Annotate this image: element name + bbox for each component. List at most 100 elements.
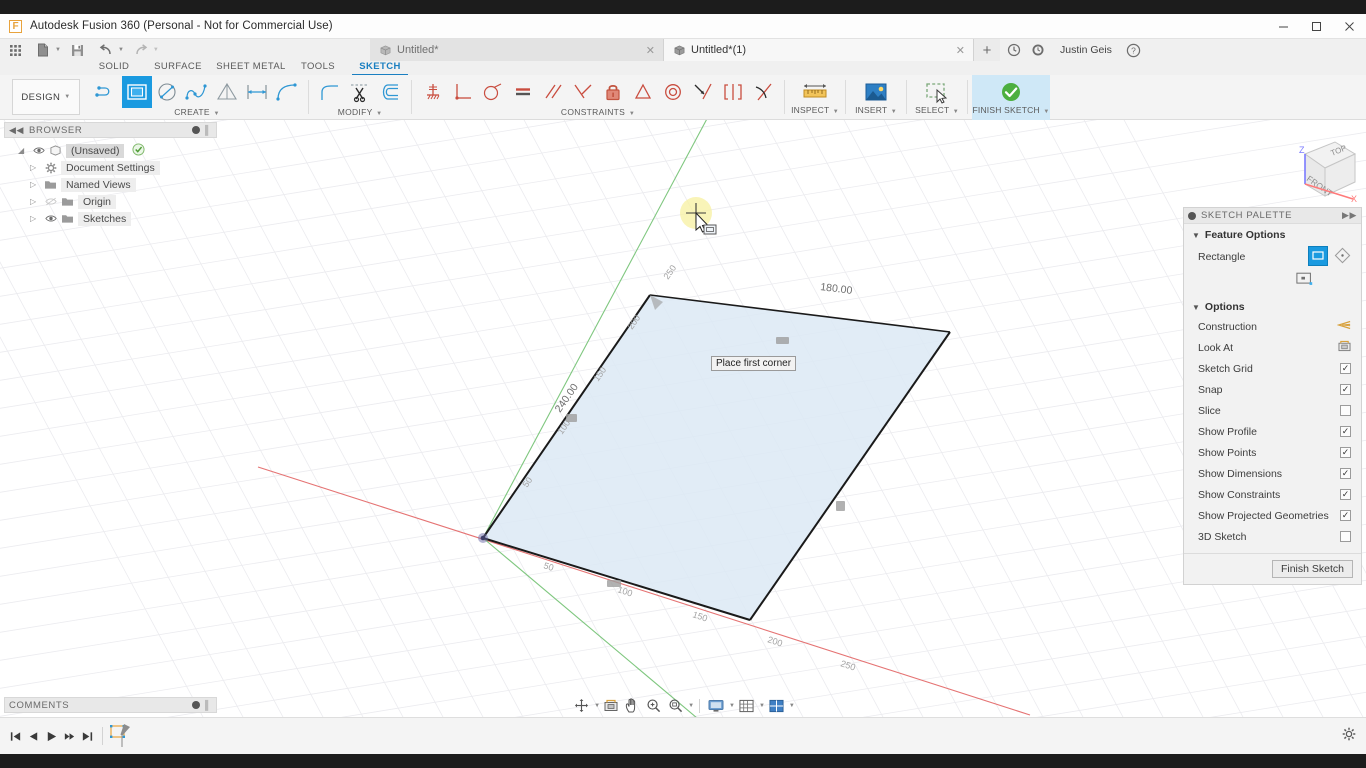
timeline-go-end[interactable] — [78, 725, 96, 747]
new-file-caret-icon[interactable]: ▼ — [55, 47, 61, 53]
show-profile-checkbox[interactable]: ✓ — [1340, 426, 1351, 437]
slice-row[interactable]: Slice — [1184, 400, 1361, 421]
minimize-button[interactable] — [1267, 14, 1300, 39]
sketch-grid-checkbox[interactable]: ✓ — [1340, 363, 1351, 374]
rectangle-tool[interactable] — [122, 76, 152, 108]
perpendicular-constraint[interactable] — [448, 76, 478, 108]
look-at-row[interactable]: Look At — [1184, 337, 1361, 358]
fix-constraint[interactable] — [418, 76, 448, 108]
timeline-step-back[interactable] — [24, 725, 42, 747]
visibility-eye-off-icon[interactable] — [44, 197, 57, 206]
close-button[interactable] — [1333, 14, 1366, 39]
orbit-caret-icon[interactable]: ▼ — [594, 703, 600, 709]
palette-options-icon[interactable] — [1188, 211, 1196, 220]
viewports-icon[interactable] — [766, 696, 787, 716]
show-profile-row[interactable]: Show Profile ✓ — [1184, 421, 1361, 442]
line-tool[interactable] — [92, 76, 122, 108]
ribbon-tab-surface[interactable]: SURFACE — [150, 61, 206, 75]
view-cube[interactable]: TOP FRONT Z X — [1275, 128, 1363, 208]
zoom-window-icon[interactable] — [665, 696, 686, 716]
expand-triangle-icon[interactable]: ▷ — [30, 214, 40, 223]
pan-icon[interactable] — [622, 696, 642, 716]
polygon-tool[interactable] — [212, 76, 242, 108]
new-file-icon[interactable] — [32, 40, 54, 60]
orbit-icon[interactable] — [571, 696, 592, 716]
palette-finish-sketch-button[interactable]: Finish Sketch — [1271, 560, 1353, 578]
constraints-group-label[interactable]: CONSTRAINTS ▼ — [561, 107, 635, 117]
create-group-label[interactable]: CREATE ▼ — [174, 107, 220, 117]
new-document-tab-button[interactable]: + — [974, 39, 1000, 61]
show-dimensions-checkbox[interactable]: ✓ — [1340, 468, 1351, 479]
grid-snaps-caret-icon[interactable]: ▼ — [759, 703, 765, 709]
undo-icon[interactable] — [95, 40, 117, 60]
browser-collapse-icon[interactable]: ◀◀ — [9, 125, 24, 136]
parallel-constraint[interactable] — [538, 76, 568, 108]
horizontal-vertical-constraint[interactable] — [568, 76, 598, 108]
ribbon-tab-sheet-metal[interactable]: SHEET METAL — [216, 61, 286, 75]
app-grid-icon[interactable] — [4, 40, 26, 60]
show-constraints-checkbox[interactable]: ✓ — [1340, 489, 1351, 500]
construction-row[interactable]: Construction — [1184, 316, 1361, 337]
redo-caret-icon[interactable]: ▼ — [153, 47, 159, 53]
finish-sketch-button[interactable]: FINISH SKETCH ▼ — [972, 75, 1050, 120]
concentric-constraint[interactable] — [658, 76, 688, 108]
tangent-constraint[interactable] — [478, 76, 508, 108]
expand-triangle-icon[interactable]: ◢ — [18, 146, 28, 155]
expand-triangle-icon[interactable]: ▷ — [30, 180, 40, 189]
document-tab-close-icon[interactable]: ✕ — [646, 44, 655, 57]
offset-tool[interactable] — [375, 76, 405, 108]
equal-constraint[interactable] — [508, 76, 538, 108]
show-points-checkbox[interactable]: ✓ — [1340, 447, 1351, 458]
sketch-grid-row[interactable]: Sketch Grid ✓ — [1184, 358, 1361, 379]
palette-collapse-icon[interactable]: ▶▶ — [1342, 210, 1357, 221]
3d-sketch-row[interactable]: 3D Sketch — [1184, 526, 1361, 547]
help-icon[interactable]: ? — [1122, 39, 1146, 61]
show-points-row[interactable]: Show Points ✓ — [1184, 442, 1361, 463]
options-section-header[interactable]: ▼ Options — [1184, 292, 1361, 316]
show-dimensions-row[interactable]: Show Dimensions ✓ — [1184, 463, 1361, 484]
browser-item-unsaved[interactable]: ◢ (Unsaved) — [4, 142, 217, 159]
browser-grip-icon[interactable]: ▌ — [205, 125, 212, 135]
look-at-icon[interactable] — [1338, 340, 1351, 355]
timeline-settings-icon[interactable] — [1342, 727, 1356, 746]
snap-row[interactable]: Snap ✓ — [1184, 379, 1361, 400]
collinear-constraint[interactable] — [688, 76, 718, 108]
select-button[interactable]: SELECT ▼ — [911, 75, 963, 120]
midpoint-constraint[interactable] — [718, 76, 748, 108]
viewports-caret-icon[interactable]: ▼ — [789, 703, 795, 709]
timeline-step-forward[interactable] — [60, 725, 78, 747]
maximize-button[interactable] — [1300, 14, 1333, 39]
ribbon-tab-solid[interactable]: SOLID — [92, 61, 136, 75]
two-point-rectangle-icon[interactable] — [1308, 245, 1328, 269]
undo-caret-icon[interactable]: ▼ — [118, 47, 124, 53]
browser-item-origin[interactable]: ▷ Origin — [4, 193, 217, 210]
construction-icon[interactable] — [1336, 319, 1351, 334]
notifications-icon[interactable] — [1026, 39, 1050, 61]
modify-group-label[interactable]: MODIFY ▼ — [338, 107, 383, 117]
visibility-eye-icon[interactable] — [44, 214, 57, 223]
show-constraints-row[interactable]: Show Constraints ✓ — [1184, 484, 1361, 505]
feature-options-section-header[interactable]: ▼ Feature Options — [1184, 224, 1361, 244]
document-tab-close-icon[interactable]: ✕ — [956, 44, 965, 57]
display-settings-icon[interactable] — [705, 696, 727, 716]
timeline-go-start[interactable] — [6, 725, 24, 747]
workspace-selector-button[interactable]: DESIGN ▼ — [12, 79, 80, 115]
browser-item-sketches[interactable]: ▷ Sketches — [4, 210, 217, 227]
document-tab-1[interactable]: Untitled*(1) ✕ — [664, 39, 974, 61]
trim-tool[interactable] — [345, 76, 375, 108]
visibility-eye-icon[interactable] — [32, 146, 45, 155]
curvature-constraint[interactable] — [748, 76, 778, 108]
browser-options-icon[interactable] — [192, 126, 201, 134]
arc-tool[interactable] — [272, 76, 302, 108]
fillet-tool[interactable] — [315, 76, 345, 108]
save-icon[interactable] — [67, 40, 89, 60]
snap-checkbox[interactable]: ✓ — [1340, 384, 1351, 395]
account-username[interactable]: Justin Geis — [1050, 44, 1122, 56]
redo-icon[interactable] — [130, 40, 152, 60]
grid-snaps-icon[interactable] — [736, 696, 757, 716]
look-at-icon[interactable] — [601, 696, 621, 716]
zoom-caret-icon[interactable]: ▼ — [688, 703, 694, 709]
document-tab-0[interactable]: Untitled* ✕ — [370, 39, 664, 61]
sketch-active-badge[interactable] — [132, 142, 145, 159]
timeline-play[interactable] — [42, 725, 60, 747]
